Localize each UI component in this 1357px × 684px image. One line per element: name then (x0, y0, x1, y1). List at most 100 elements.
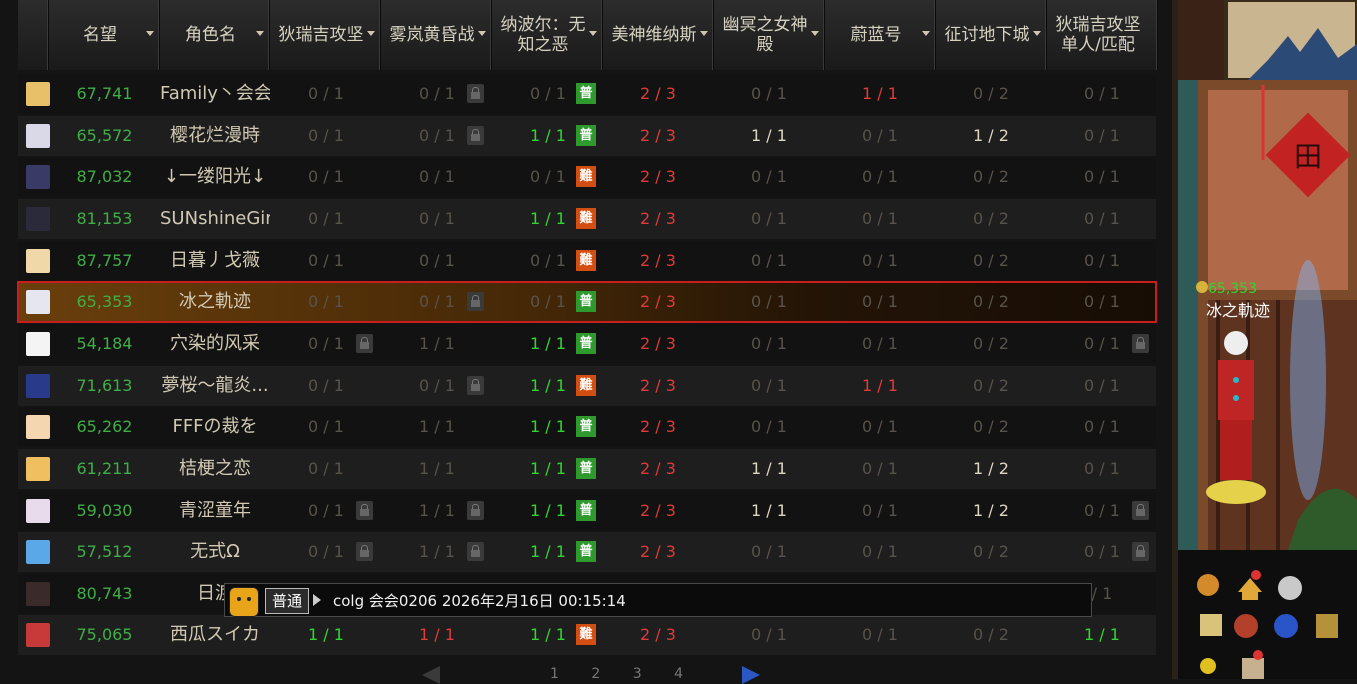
lock-icon (467, 84, 484, 103)
table-row[interactable]: 57,512 无式Ω 0 / 11 / 11 / 1普2 / 30 / 10 / 1… (18, 532, 1156, 573)
table-row[interactable]: 67,741 Family丶会会 0 / 1 0 / 1 0 / 1 普 2 / 3 0 / … (18, 74, 1156, 114)
clear-count-d5: 0 / 1 (751, 333, 787, 353)
clear-count-d1: 0 / 1 (308, 208, 344, 228)
clear-count-d1: 0 / 1 (308, 292, 344, 312)
sort-dropdown-icon[interactable] (589, 31, 597, 36)
sort-dropdown-icon[interactable] (700, 31, 708, 36)
column-header-label: 雾岚黄昏战 (389, 25, 475, 45)
character-avatar-icon (26, 123, 50, 148)
sort-dropdown-icon[interactable] (922, 31, 930, 36)
table-row[interactable]: 54,184 穴染的风采 0 / 11 / 11 / 1普2 / 30 / 10 /… (18, 323, 1156, 364)
column-header-d8[interactable]: 狄瑞吉攻坚单人/匹配 (1047, 0, 1158, 70)
normal-difficulty-badge: 普 (576, 457, 596, 479)
next-page-icon[interactable] (742, 666, 760, 684)
table-row[interactable]: 59,030 青涩童年 0 / 11 / 11 / 1普2 / 31 / 10 / … (18, 490, 1156, 531)
clear-count-d5: 0 / 1 (751, 292, 787, 312)
column-header-label: 征讨地下城 (944, 25, 1030, 45)
clear-count-d7: 1 / 2 (973, 500, 1009, 520)
sort-dropdown-icon[interactable] (146, 31, 154, 36)
page-numbers[interactable]: 1 2 3 4 (550, 666, 697, 682)
character-name: SUNshineGir (160, 207, 270, 229)
chat-message: colg 会会0206 2026年2月16日 00:15:14 (333, 592, 626, 610)
sort-dropdown-icon[interactable] (478, 31, 486, 36)
clear-count-d5: 1 / 1 (751, 458, 787, 478)
lock-icon (356, 333, 373, 353)
clear-count-d1: 0 / 1 (308, 500, 344, 520)
clear-count-d7: 0 / 2 (973, 375, 1009, 395)
character-avatar-icon (26, 248, 50, 273)
prev-page-icon[interactable] (422, 666, 440, 684)
clear-count-d6: 0 / 1 (862, 458, 898, 478)
clear-count-d1: 1 / 1 (308, 625, 344, 645)
table-row[interactable]: 65,572 樱花烂漫時 0 / 10 / 11 / 1普2 / 31 / 10 /… (18, 115, 1156, 156)
column-header-fame[interactable]: 名望 (49, 0, 160, 70)
clear-count-d5: 0 / 1 (751, 208, 787, 228)
face-emoji-icon[interactable] (229, 587, 259, 617)
town-scene-illustration: 田 65,353 冰之軌迹 (1178, 0, 1357, 679)
lock-icon (356, 500, 373, 520)
clear-count-d4: 2 / 3 (640, 333, 676, 353)
clear-count-d2: 0 / 1 (419, 167, 455, 187)
character-avatar-icon (26, 165, 50, 190)
column-header-d2[interactable]: 雾岚黄昏战 (381, 0, 492, 70)
character-name: 穴染的风采 (170, 332, 260, 354)
clear-count-d2: 0 / 1 (419, 375, 455, 395)
fame-value: 65,572 (76, 125, 133, 145)
fame-value: 61,211 (76, 458, 133, 478)
column-header-name[interactable]: 角色名 (160, 0, 270, 70)
clear-count-d2: 1 / 1 (419, 542, 455, 562)
player-fame-label: 65,353 (1208, 281, 1257, 297)
table-row[interactable]: 75,065 西瓜スイカ 1 / 1 1 / 1 1 / 1 難 2 / 3 0 / 1 0 /… (18, 615, 1156, 656)
lock-icon (467, 542, 484, 562)
hard-difficulty-badge: 難 (576, 166, 596, 188)
clear-count-d2: 0 / 1 (419, 208, 455, 228)
clear-count-d1: 0 / 1 (308, 84, 344, 103)
sort-dropdown-icon[interactable] (367, 31, 375, 36)
sort-dropdown-icon[interactable] (1033, 31, 1041, 36)
table-row[interactable]: 87,032 ↓一缕阳光↓ 0 / 1 0 / 1 0 / 1 難 2 / 3 0 / 1 0 … (18, 157, 1156, 198)
column-header-d7[interactable]: 征讨地下城 (936, 0, 1047, 70)
player-name-label: 冰之軌迹 (1206, 301, 1270, 320)
table-row[interactable]: 65,262 FFFの裁を 0 / 11 / 11 / 1普2 / 30 / 10 … (18, 407, 1156, 448)
clear-count-d2: 0 / 1 (419, 84, 455, 103)
column-header-d6[interactable]: 蔚蓝号 (825, 0, 936, 70)
fame-value: 67,741 (76, 84, 133, 103)
lock-icon (467, 125, 484, 145)
clear-count-d5: 0 / 1 (751, 84, 787, 103)
table-row[interactable]: 81,153 SUNshineGir 0 / 10 / 11 / 1難2 / 30 … (18, 198, 1156, 239)
column-header-label: 纳波尔：无知之恶 (500, 15, 586, 55)
character-name: Family丶会会 (160, 83, 270, 104)
table-row[interactable]: 87,757 日暮丿戈薇 0 / 1 0 / 1 0 / 1 難 2 / 3 0 / 1 0 /… (18, 240, 1156, 281)
clear-count-d8: 0 / 1 (1084, 125, 1120, 145)
character-name: 樱花烂漫時 (170, 124, 260, 146)
sort-dropdown-icon[interactable] (811, 31, 819, 36)
normal-difficulty-badge: 普 (576, 291, 596, 313)
column-header-d3[interactable]: 纳波尔：无知之恶 (492, 0, 603, 70)
column-header-d1[interactable]: 狄瑞吉攻坚 (270, 0, 381, 70)
column-header-d4[interactable]: 美神维纳斯 (603, 0, 714, 70)
clear-count-d4: 2 / 3 (640, 500, 676, 520)
character-name: 桔梗之恋 (179, 457, 251, 479)
clear-count-d1: 0 / 1 (308, 333, 344, 353)
table-row[interactable]: 65,353 冰之軌迹 0 / 1 0 / 1 0 / 1 普 2 / 3 0 / 1 0 / … (17, 281, 1157, 324)
clear-count-d6: 0 / 1 (862, 125, 898, 145)
channel-arrow-icon (313, 594, 321, 606)
character-avatar-icon (26, 82, 50, 106)
fame-value: 87,757 (76, 250, 133, 270)
chat-channel-button[interactable]: 普通 (265, 588, 310, 614)
chat-bar[interactable]: 普通 colg 会会0206 2026年2月16日 00:15:14 (224, 583, 1092, 617)
fame-value: 80,743 (76, 583, 133, 603)
hard-difficulty-badge: 難 (576, 207, 596, 229)
normal-difficulty-badge: 普 (576, 541, 596, 563)
character-name: 西瓜スイカ (170, 624, 260, 646)
clear-count-d4: 2 / 3 (640, 125, 676, 145)
column-header-d5[interactable]: 幽冥之女神殿 (714, 0, 825, 70)
clear-count-d8: 0 / 1 (1084, 208, 1120, 228)
sort-dropdown-icon[interactable] (256, 31, 264, 36)
lock-icon (467, 292, 484, 312)
table-row[interactable]: 71,613 夢桜～龍炎... 0 / 1 0 / 1 1 / 1 難 2 / 3 0 / 1… (18, 365, 1156, 406)
clear-count-d4: 2 / 3 (640, 167, 676, 187)
normal-difficulty-badge: 普 (576, 124, 596, 146)
table-row[interactable]: 61,211 桔梗之恋 0 / 11 / 11 / 1普2 / 31 / 10 / … (18, 448, 1156, 489)
character-name: 冰之軌迹 (179, 291, 251, 313)
